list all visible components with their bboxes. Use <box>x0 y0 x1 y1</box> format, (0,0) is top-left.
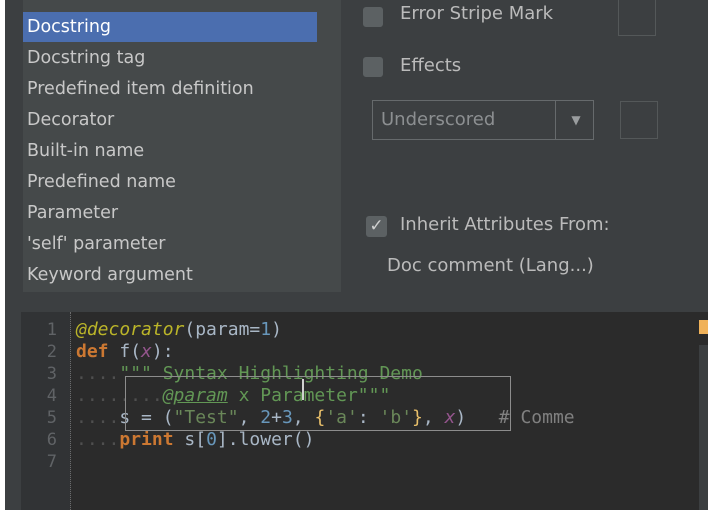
color-scheme-settings-panel: Docstring Docstring tag Predefined item … <box>5 0 708 510</box>
error-stripe-color-swatch[interactable] <box>618 0 656 36</box>
indent-guide: .... <box>76 429 120 450</box>
effect-type-value: Underscored <box>381 109 496 130</box>
keyword-token: def <box>76 341 109 362</box>
line-number-gutter: 1 2 3 4 5 6 7 <box>21 312 71 510</box>
error-stripe-mark-checkbox[interactable] <box>363 7 383 27</box>
punctuation: ): <box>151 341 174 362</box>
inherit-source-link[interactable]: Doc comment (Lang...) <box>387 255 594 276</box>
editor-scrollbar[interactable] <box>699 345 708 510</box>
list-item-self-parameter[interactable]: 'self' parameter <box>23 229 317 259</box>
inherit-attributes-checkbox[interactable]: ✓ <box>366 216 387 237</box>
effect-type-dropdown[interactable]: Underscored ▼ <box>372 100 594 140</box>
list-item-parameter[interactable]: Parameter <box>23 198 317 228</box>
checkmark-icon: ✓ <box>369 216 384 236</box>
chevron-down-icon[interactable]: ▼ <box>560 101 592 139</box>
effect-color-swatch[interactable] <box>620 101 658 139</box>
text-caret <box>302 379 304 400</box>
code-text: s[ <box>173 429 207 450</box>
line-number: 2 <box>46 342 57 362</box>
gutter-divider <box>70 312 71 510</box>
effects-checkbox[interactable] <box>363 57 383 77</box>
code-text: ].lower() <box>216 429 315 450</box>
list-item-docstring[interactable]: Docstring <box>23 12 317 42</box>
list-item-docstring-tag[interactable]: Docstring tag <box>23 43 317 73</box>
function-name: f( <box>108 341 142 362</box>
punctuation: ) <box>271 319 282 340</box>
indent-guide: .... <box>76 407 120 428</box>
list-item-decorator[interactable]: Decorator <box>23 105 317 135</box>
list-item-keyword-argument[interactable]: Keyword argument <box>23 260 317 290</box>
line-number: 3 <box>46 364 57 384</box>
attribute-list[interactable]: Docstring Docstring tag Predefined item … <box>23 0 341 292</box>
error-stripe-mark-label: Error Stripe Mark <box>400 3 554 24</box>
code-line-6: ....print s[0].lower() <box>76 429 314 451</box>
number-token: 1 <box>260 319 272 340</box>
line-number: 4 <box>46 386 57 406</box>
line-number: 6 <box>46 430 57 450</box>
docstring-highlight-box <box>125 376 511 431</box>
punctuation: ( <box>184 319 196 340</box>
keyword-argument-token: param <box>195 319 250 340</box>
inherit-attributes-label: Inherit Attributes From: <box>400 214 610 235</box>
keyword-token: print <box>119 429 174 450</box>
decorator-token: @decorator <box>76 319 185 340</box>
parameter-token: x <box>141 341 152 362</box>
operator: = <box>249 319 261 340</box>
code-line-1: @decorator(param=1) <box>76 319 282 341</box>
error-stripe-marker[interactable] <box>699 320 708 334</box>
effects-label: Effects <box>400 55 462 76</box>
list-item-predefined-item-definition[interactable]: Predefined item definition <box>23 74 317 104</box>
code-preview-editor[interactable]: 1 2 3 4 5 6 7 @decorator(param=1) def f(… <box>21 312 708 510</box>
line-number: 7 <box>46 452 57 472</box>
line-number: 5 <box>46 408 57 428</box>
indent-guide: .... <box>76 363 120 384</box>
dropdown-separator <box>555 101 556 139</box>
code-line-2: def f(x): <box>76 341 174 363</box>
number-token: 0 <box>206 429 217 450</box>
list-item-predefined-name[interactable]: Predefined name <box>23 167 317 197</box>
line-number: 1 <box>46 320 57 340</box>
list-item-built-in-name[interactable]: Built-in name <box>23 136 317 166</box>
